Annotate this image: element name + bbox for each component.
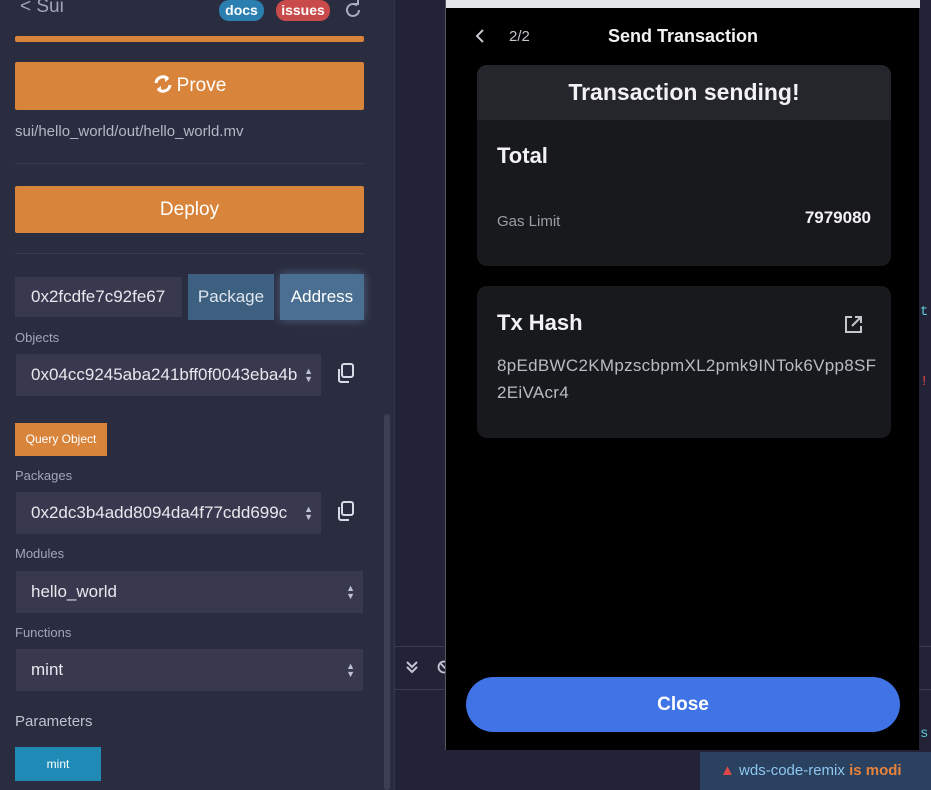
divider <box>15 163 364 164</box>
copy-icon[interactable] <box>335 362 357 384</box>
functions-label: Functions <box>15 625 72 640</box>
sort-arrows-icon: ▲ ▼ <box>304 504 313 522</box>
compiled-module-path: sui/hello_world/out/hello_world.mv <box>15 123 244 140</box>
status-bar: ▲ wds-code-remix is modi <box>700 752 931 790</box>
functions-select[interactable]: mint ▲ ▼ <box>16 649 363 691</box>
deploy-button[interactable]: Deploy <box>15 186 364 233</box>
editor-code-fragment: s <box>920 726 929 742</box>
modules-select-value: hello_world <box>31 582 117 601</box>
back-link[interactable]: < Sui <box>20 0 64 18</box>
external-link-icon[interactable] <box>842 314 864 336</box>
editor-code-fragment: ! <box>920 374 929 390</box>
transaction-summary-card: Transaction sending! Total Gas Limit 797… <box>477 65 891 266</box>
tx-hash-value: 8pEdBWC2KMpzscbpmXL2pmk9INTok6Vpp8SF2EiV… <box>497 356 877 402</box>
query-object-button[interactable]: Query Object <box>15 423 107 456</box>
tx-hash-label: Tx Hash <box>497 310 583 335</box>
panel-scrollbar[interactable] <box>384 414 390 790</box>
issues-badge[interactable]: issues <box>276 0 330 21</box>
sort-arrows-icon: ▲ ▼ <box>346 661 355 679</box>
sort-arrows-icon: ▲ ▼ <box>346 583 355 601</box>
mint-button[interactable]: mint <box>15 747 101 781</box>
objects-select-value: 0x04cc9245aba241bff0f0043eba4b <box>31 365 298 384</box>
compile-button-edge[interactable] <box>15 36 364 42</box>
functions-select-value: mint <box>31 660 64 679</box>
status-text-bold: is modi <box>849 762 902 779</box>
refresh-icon[interactable] <box>343 0 363 20</box>
modules-select[interactable]: hello_world ▲ ▼ <box>16 571 363 613</box>
prove-label: Prove <box>176 75 227 96</box>
modules-label: Modules <box>15 546 65 561</box>
tx-hash-card: Tx Hash 8pEdBWC2KMpzscbpmXL2pmk9INTok6Vp… <box>477 286 891 438</box>
parameters-label: Parameters <box>15 713 93 730</box>
package-toggle-button[interactable]: Package <box>188 274 274 320</box>
panel-header: < Sui docs issues <box>0 0 394 28</box>
close-button[interactable]: Close <box>466 677 900 732</box>
gas-limit-label: Gas Limit <box>497 213 561 230</box>
transaction-status: Transaction sending! <box>477 65 891 120</box>
wallet-popup: 2/2 Send Transaction Transaction sending… <box>445 0 920 750</box>
address-toggle-button[interactable]: Address <box>280 274 364 320</box>
packages-select-value: 0x2dc3b4add8094da4f77cdd699c <box>31 503 288 522</box>
status-text: wds-code-remix <box>739 762 845 779</box>
wallet-title: Send Transaction <box>607 26 759 46</box>
sui-plugin-panel: < Sui docs issues Prove sui/hello_world/… <box>0 0 394 790</box>
objects-select[interactable]: 0x04cc9245aba241bff0f0043eba4b ▲ ▼ <box>16 354 321 396</box>
total-label: Total <box>497 143 548 168</box>
prove-button[interactable]: Prove <box>15 62 364 110</box>
editor-code-fragment: t <box>920 304 929 320</box>
copy-icon[interactable] <box>335 500 357 522</box>
wallet-window-topbar <box>446 0 920 8</box>
sort-arrows-icon: ▲ ▼ <box>304 366 313 384</box>
packages-select[interactable]: 0x2dc3b4add8094da4f77cdd699c ▲ ▼ <box>16 492 321 534</box>
collapse-icon[interactable] <box>405 660 419 674</box>
docs-badge[interactable]: docs <box>219 0 264 21</box>
warning-icon: ▲ <box>720 762 735 779</box>
sync-icon <box>154 75 172 93</box>
address-input[interactable]: 0x2fcdfe7c92fe67 <box>15 277 182 317</box>
gas-limit-value: 7979080 <box>804 208 871 227</box>
objects-label: Objects <box>15 330 60 345</box>
packages-label: Packages <box>15 468 73 483</box>
divider <box>15 253 364 254</box>
